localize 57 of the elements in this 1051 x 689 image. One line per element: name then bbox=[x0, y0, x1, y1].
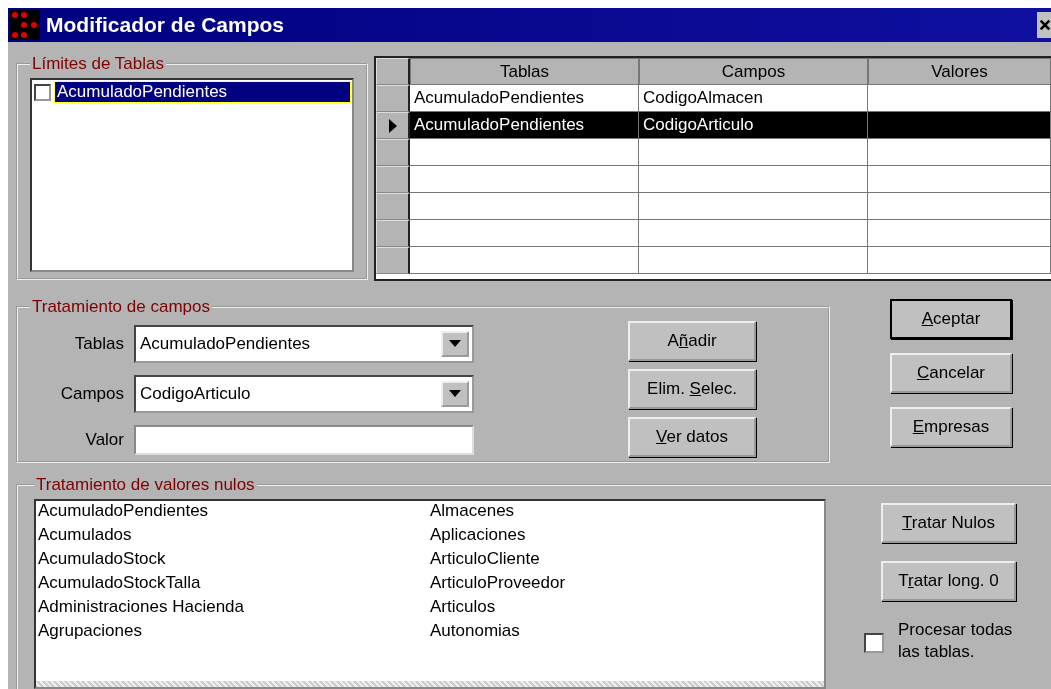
column-header[interactable]: Valores bbox=[868, 58, 1051, 85]
checkbox-label: Procesar todas las tablas. bbox=[898, 619, 1014, 663]
caret-icon bbox=[449, 340, 461, 348]
checkbox[interactable] bbox=[864, 633, 884, 653]
list-item[interactable]: AcumuladoStock bbox=[38, 549, 430, 573]
dropdown-arrow-button[interactable] bbox=[441, 331, 469, 357]
dialog-button[interactable]: Empresas bbox=[890, 407, 1012, 447]
horizontal-scrollbar[interactable] bbox=[36, 681, 824, 687]
row-header[interactable] bbox=[376, 112, 410, 139]
table-cell: AcumuladoPendientes bbox=[410, 112, 639, 139]
group-title: Tratamiento de campos bbox=[31, 297, 211, 317]
window-title: Modificador de Campos bbox=[46, 13, 285, 37]
list-item[interactable]: ArticuloCliente bbox=[430, 549, 824, 573]
dropdown-arrow-button[interactable] bbox=[441, 381, 469, 407]
list-item[interactable]: Autonomias bbox=[430, 621, 824, 645]
row-pointer-icon bbox=[387, 117, 398, 134]
button[interactable]: Añadir bbox=[628, 321, 756, 361]
field-label: Campos bbox=[59, 384, 124, 404]
list-item[interactable]: Articulos bbox=[430, 597, 824, 621]
list-item[interactable]: Administraciones Hacienda bbox=[38, 597, 430, 621]
table-list[interactable]: AcumuladoPendientes Acumulados AcumuladoStock AcumuladoStockTalla Administraciones Hacienda Agrupaciones Almacenes Aplicaciones ArticuloCliente ArticuloProveedor Articulos Autonomias bbox=[34, 499, 826, 689]
column-header[interactable]: Tablas bbox=[410, 58, 639, 85]
button[interactable]: Elim. Selec. bbox=[628, 369, 756, 409]
column-header[interactable]: Campos bbox=[639, 58, 868, 85]
table-list[interactable]: AcumuladoPendientes bbox=[30, 78, 354, 272]
close-icon bbox=[1039, 18, 1051, 32]
caret-icon bbox=[449, 390, 461, 398]
field-label: Valor bbox=[84, 430, 124, 450]
button[interactable]: Tratar long. 0 bbox=[881, 561, 1016, 601]
list-item[interactable]: AcumuladoPendientes bbox=[38, 501, 430, 525]
list-item[interactable]: Acumulados bbox=[38, 525, 430, 549]
dialog-button[interactable]: Cancelar bbox=[890, 353, 1012, 393]
button[interactable]: Ver datos bbox=[628, 417, 756, 457]
group-title: Tratamiento de valores nulos bbox=[35, 475, 256, 495]
row-header[interactable] bbox=[376, 166, 410, 193]
list-item[interactable]: ArticuloProveedor bbox=[430, 573, 824, 597]
list-item[interactable]: Agrupaciones bbox=[38, 621, 430, 645]
group-title: Límites de Tablas bbox=[31, 54, 165, 74]
row-header[interactable] bbox=[376, 139, 410, 166]
dialog-button[interactable]: Aceptar bbox=[890, 299, 1012, 339]
close-button[interactable] bbox=[1037, 12, 1051, 38]
dropdown[interactable]: AcumuladoPendientes bbox=[134, 325, 474, 363]
input-field[interactable] bbox=[134, 425, 474, 455]
table-cell: CodigoArticulo bbox=[639, 112, 868, 139]
list-item[interactable]: Aplicaciones bbox=[430, 525, 824, 549]
row-header[interactable] bbox=[376, 220, 410, 247]
field-label: Tablas bbox=[73, 334, 124, 354]
checkbox[interactable] bbox=[34, 83, 51, 101]
button[interactable]: Tratar Nulos bbox=[881, 503, 1016, 543]
row-header[interactable] bbox=[376, 193, 410, 220]
row-header[interactable] bbox=[376, 85, 410, 112]
list-item[interactable]: AcumuladoPendientes bbox=[55, 82, 350, 102]
dropdown[interactable]: CodigoArticulo bbox=[134, 375, 474, 413]
row-header[interactable] bbox=[376, 247, 410, 274]
list-item[interactable]: Almacenes bbox=[430, 501, 824, 525]
app-icon bbox=[10, 10, 40, 40]
list-item[interactable]: AcumuladoStockTalla bbox=[38, 573, 430, 597]
